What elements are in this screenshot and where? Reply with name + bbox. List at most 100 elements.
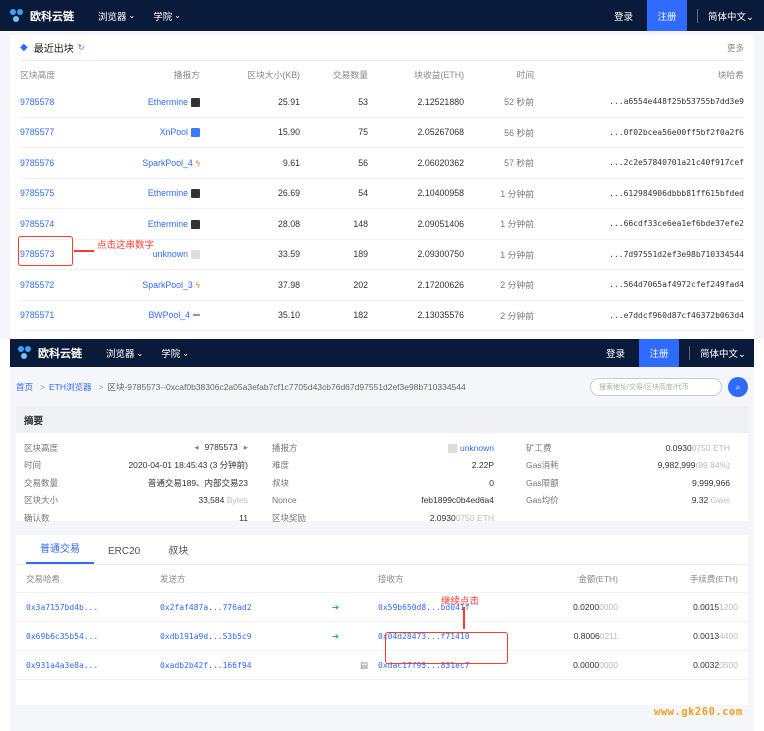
header-reward: 块收益(ETH) bbox=[414, 69, 464, 80]
table-header: 区块高度 播报方 区块大小(KB) 交易数量 块收益(ETH) 时间 块哈希 bbox=[20, 61, 744, 87]
miner-link[interactable]: unknown bbox=[153, 249, 188, 259]
language-select[interactable]: 简体中文⌄ bbox=[700, 346, 746, 360]
nav-browser[interactable]: 浏览器 ⌄ bbox=[106, 346, 144, 361]
block-size: 25.91 bbox=[277, 96, 300, 107]
search-button[interactable]: ⌕ bbox=[728, 377, 748, 397]
register-button[interactable]: 注册 bbox=[647, 0, 688, 31]
summary-field: Gas限额 9,999,966 bbox=[526, 477, 730, 488]
highlight-box bbox=[18, 236, 73, 266]
nav-browser[interactable]: 浏览器 ⌄ bbox=[98, 9, 135, 23]
block-height-link[interactable]: 9785572 bbox=[20, 280, 108, 290]
block-hash[interactable]: ...612984906dbbb81ff615bfded bbox=[534, 189, 744, 198]
summary-title: 摘要 bbox=[16, 407, 748, 433]
block-size: 15.90 bbox=[277, 127, 300, 138]
tx-tabs: 普通交易 ERC20 叔块 bbox=[16, 535, 748, 565]
tx-fee: 0.00134400 bbox=[693, 631, 738, 641]
table-row: 9785575 Ethermine 26.69 54 2.10400958 1 分钟前..… bbox=[20, 179, 744, 209]
block-hash[interactable]: ...564d7065af4972cfef249fad4 bbox=[534, 280, 744, 289]
tx-hash-link[interactable]: 0x931a4a3e8a... bbox=[26, 661, 160, 670]
from-address-link[interactable]: 0x2faf487a...776ad2 bbox=[160, 603, 332, 612]
logo[interactable]: 欧科云链 bbox=[10, 8, 74, 24]
block-time: 52 秒前 bbox=[504, 97, 534, 108]
miner-link[interactable]: Ethermine bbox=[148, 219, 188, 229]
miner-link[interactable]: XnPool bbox=[160, 127, 188, 137]
annotation-arrow bbox=[74, 250, 94, 252]
language-select[interactable]: 简体中文⌄ bbox=[708, 9, 754, 23]
register-button[interactable]: 注册 bbox=[639, 339, 680, 367]
block-height-link[interactable]: 9785571 bbox=[20, 310, 108, 320]
tx-count: 75 bbox=[358, 127, 368, 138]
header-size: 区块大小(KB) bbox=[247, 69, 300, 80]
summary-field: Gas均价 9.32 Gwei bbox=[526, 495, 730, 506]
block-hash[interactable]: ...7d97551d2ef3e98b710334544 bbox=[534, 250, 744, 259]
summary-field: 难度 2.22P bbox=[272, 460, 494, 471]
block-detail-page: 欧科云链 浏览器 ⌄ 学院 ⌄ 登录 注册 简体中文⌄ 首页 > ETH浏览器 > … bbox=[10, 339, 754, 731]
miner-link[interactable]: Ethermine bbox=[148, 97, 188, 107]
from-address-link[interactable]: 0xadb2b42f...166f94 bbox=[160, 661, 332, 670]
logo-icon bbox=[10, 8, 26, 23]
search-input[interactable]: 搜索地址/交易/区块高度/代币 bbox=[590, 378, 722, 396]
chevron-down-icon: ⌄ bbox=[136, 348, 144, 358]
refresh-icon[interactable]: ↻ bbox=[78, 43, 85, 52]
miner-link[interactable]: Ethermine bbox=[148, 188, 188, 198]
nav-academy[interactable]: 学院 ⌄ bbox=[161, 346, 189, 361]
annotation-continue-click: 继续点击 bbox=[441, 596, 480, 607]
arrow-right-icon: ➔ bbox=[332, 630, 340, 641]
tx-amount: 0.02000000 bbox=[573, 602, 618, 612]
nav-academy[interactable]: 学院 ⌄ bbox=[153, 9, 181, 23]
summary-card: 摘要 区块高度 ◂ 9785573 ▸ 时间 2020-04-01 18:45:43 (3… bbox=[16, 407, 748, 523]
logo[interactable]: 欧科云链 bbox=[18, 345, 82, 361]
tx-count: 202 bbox=[353, 279, 368, 290]
block-time: 2 分钟前 bbox=[500, 280, 534, 291]
more-link[interactable]: 更多 bbox=[727, 42, 744, 54]
tab-uncles[interactable]: 叔块 bbox=[154, 542, 202, 564]
miner-link[interactable]: SparkPool_4 bbox=[142, 158, 192, 168]
breadcrumb: 首页 > ETH浏览器 > 区块-9785573--0xcaf0b38306c2… bbox=[10, 367, 754, 407]
header-txs: 交易数量 bbox=[332, 69, 368, 80]
miner-link[interactable]: SparkPool_3 bbox=[142, 280, 192, 290]
block-hash[interactable]: ...0f02bcea56e00ff5bf2f0a2f6 bbox=[534, 128, 744, 137]
block-hash[interactable]: ...66cdf33ce6ea1ef6bde37efe2 bbox=[534, 219, 744, 228]
tx-count: 53 bbox=[358, 96, 368, 107]
chevron-down-icon: ⌄ bbox=[746, 11, 754, 23]
tx-count: 189 bbox=[353, 249, 368, 260]
breadcrumb-home[interactable]: 首页 bbox=[16, 381, 33, 393]
miner-icon bbox=[191, 250, 200, 260]
block-hash[interactable]: ...a6554e448f25b53755b7dd3e9 bbox=[534, 97, 744, 106]
table-row: 0x69b6c35b54... 0xdb191a9d...53b5c9 ➔ 0x04d… bbox=[16, 622, 748, 651]
miner-icon: ▬ bbox=[193, 311, 200, 319]
annotation-arrow bbox=[463, 607, 465, 629]
block-hash[interactable]: ...e7ddcf960d87cf46372b063d4 bbox=[534, 311, 744, 320]
tx-hash-link[interactable]: 0x69b6c35b54... bbox=[26, 632, 160, 641]
summary-field: Nonce feb1899c0b4ed6a4 bbox=[272, 495, 494, 506]
summary-field: 时间 2020-04-01 18:45:43 (3 分钟前) bbox=[24, 460, 248, 471]
tab-normal-tx[interactable]: 普通交易 bbox=[26, 540, 94, 564]
block-height-link[interactable]: 9785576 bbox=[20, 158, 108, 168]
breadcrumb-eth[interactable]: ETH浏览器 bbox=[49, 381, 92, 393]
logo-text: 欧科云链 bbox=[30, 10, 74, 23]
summary-field: 区块大小 33,584 Bytes bbox=[24, 495, 248, 506]
block-height-link[interactable]: 9785575 bbox=[20, 188, 108, 198]
top-nav-2: 欧科云链 浏览器 ⌄ 学院 ⌄ 登录 注册 简体中文⌄ bbox=[10, 339, 754, 367]
block-height-link[interactable]: 9785578 bbox=[20, 97, 108, 107]
login-button[interactable]: 登录 bbox=[614, 9, 633, 23]
block-size: 9.61 bbox=[282, 157, 300, 168]
tab-erc20[interactable]: ERC20 bbox=[94, 546, 154, 564]
block-reward: 2.05267068 bbox=[417, 127, 464, 138]
logo-icon bbox=[18, 346, 34, 360]
from-address-link[interactable]: 0xdb191a9d...53b5c9 bbox=[160, 632, 332, 641]
tx-hash-link[interactable]: 0x3a7157bd4b... bbox=[26, 603, 160, 612]
blocks-icon: ◆ bbox=[20, 42, 28, 53]
top-nav: 欧科云链 浏览器 ⌄ 学院 ⌄ 登录 注册 简体中文⌄ bbox=[0, 0, 764, 31]
block-height-link[interactable]: 9785577 bbox=[20, 127, 108, 137]
miner-link[interactable]: BWPool_4 bbox=[148, 310, 190, 320]
block-time: 1 分钟前 bbox=[500, 219, 534, 230]
block-height-link[interactable]: 9785574 bbox=[20, 219, 108, 229]
chevron-down-icon: ⌄ bbox=[174, 11, 181, 20]
miner-icon bbox=[191, 128, 200, 138]
block-hash[interactable]: ...2c2e57840701a21c40f917cef bbox=[534, 158, 744, 167]
tx-fee: 0.00320500 bbox=[693, 660, 738, 670]
block-size: 33.59 bbox=[277, 249, 300, 260]
login-button[interactable]: 登录 bbox=[606, 346, 625, 360]
recent-blocks-card: ◆ 最近出块 ↻ 更多 区块高度 播报方 区块大小(KB) 交易数量 块收益(E… bbox=[10, 35, 754, 339]
